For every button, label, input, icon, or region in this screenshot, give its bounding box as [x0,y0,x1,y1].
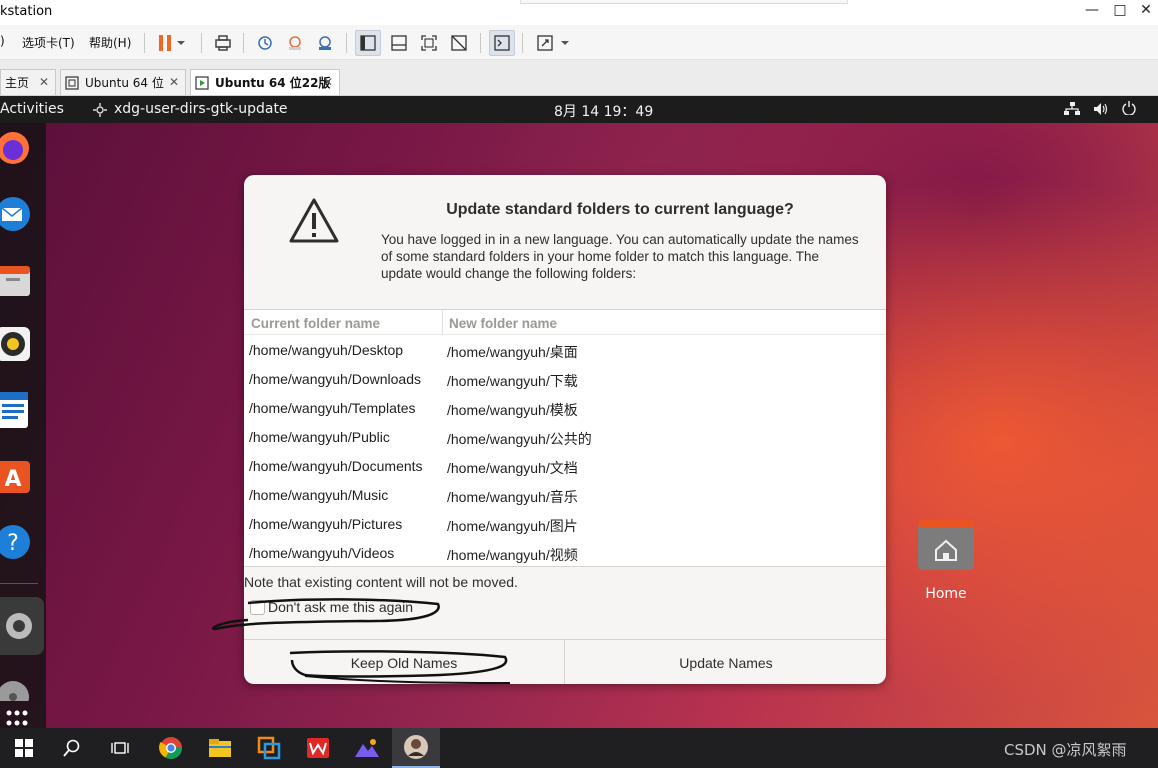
chrome-icon[interactable] [147,728,195,768]
file-explorer-icon[interactable] [196,728,244,768]
photos-icon[interactable] [343,728,391,768]
windows-taskbar [0,728,1158,768]
csdn-watermark: CSDN @凉风絮雨 [1004,741,1127,759]
wps-icon[interactable] [294,728,342,768]
vmware-icon[interactable] [245,728,293,768]
hand-drawn-annotations [212,598,511,684]
task-view-icon[interactable] [96,728,144,768]
windows-start-icon[interactable] [0,728,48,768]
search-icon[interactable] [48,728,96,768]
vm-taskbar-icon[interactable] [392,728,440,768]
